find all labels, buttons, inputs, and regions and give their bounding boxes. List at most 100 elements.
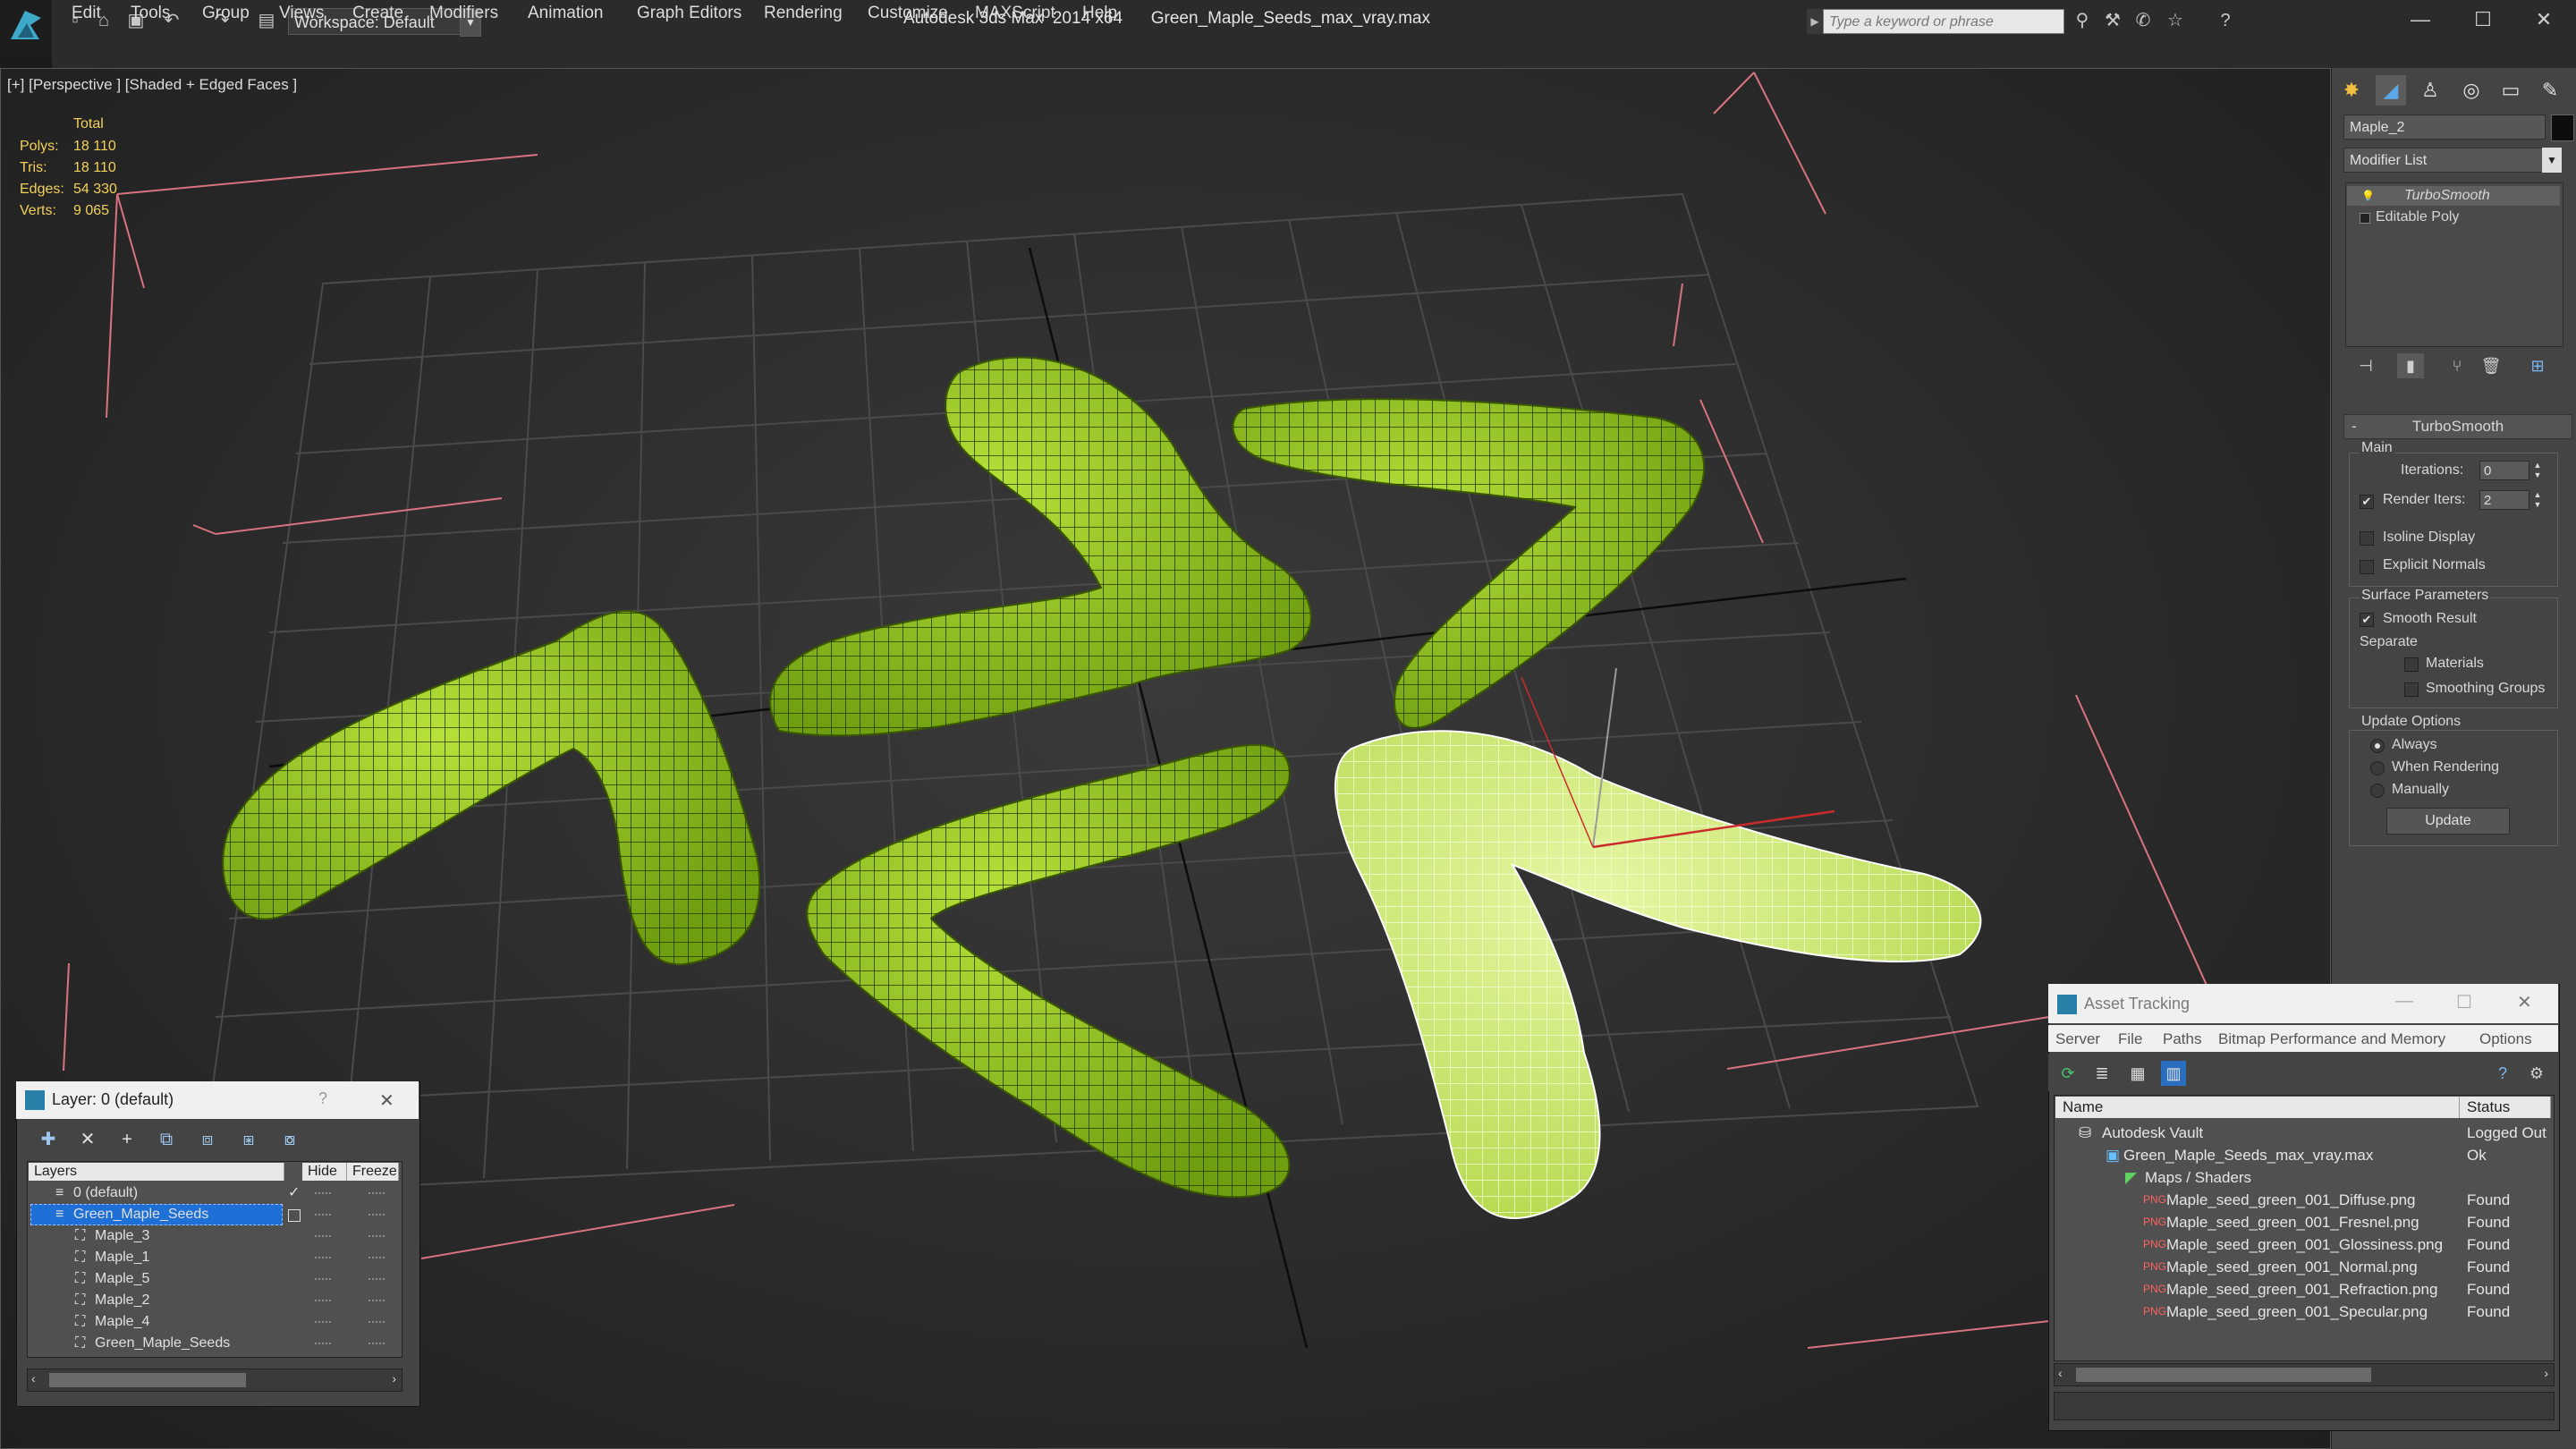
maximize-button[interactable]: ☐	[2456, 4, 2510, 36]
object-name-field[interactable]: Maple_2	[2343, 114, 2546, 140]
list-item[interactable]: ≡ Green_Maple_Seeds	[29, 1204, 399, 1225]
list-item[interactable]: ⛶ Maple_3	[29, 1225, 399, 1247]
help-button[interactable]: ?	[318, 1089, 327, 1108]
table-row[interactable]: PNG Maple_seed_green_001_Diffuse.png Fou…	[2055, 1189, 2551, 1211]
asset-path-field[interactable]	[2054, 1392, 2555, 1420]
object-color-swatch[interactable]	[2551, 114, 2574, 141]
menu-maxscript[interactable]: MAXScript	[975, 4, 1055, 23]
chevron-down-icon[interactable]: ▼	[2542, 148, 2562, 173]
freeze-toggle[interactable]	[369, 1192, 385, 1194]
freeze-toggle[interactable]	[369, 1214, 385, 1216]
maximize-button[interactable]: ☐	[2456, 991, 2472, 1013]
make-unique-icon[interactable]: ⑂	[2444, 353, 2470, 378]
manually-radio[interactable]	[2370, 784, 2385, 798]
column-header-freeze[interactable]: Freeze	[347, 1163, 399, 1181]
scrollbar-thumb[interactable]	[49, 1373, 246, 1387]
horizontal-scrollbar[interactable]: ‹ ›	[2054, 1363, 2555, 1386]
project-folder-icon[interactable]: ▤	[256, 11, 277, 30]
smooth-result-checkbox[interactable]: ✔	[2360, 613, 2374, 627]
refresh-icon[interactable]: ⟳	[2055, 1061, 2080, 1086]
favorites-star-icon[interactable]: ☆	[2165, 11, 2186, 30]
freeze-toggle[interactable]	[369, 1257, 385, 1258]
minimize-button[interactable]: —	[2394, 4, 2447, 36]
chevron-right-icon[interactable]: ›	[392, 1371, 396, 1385]
lightbulb-icon[interactable]: 💡	[2361, 186, 2375, 206]
help-icon[interactable]: ?	[2215, 11, 2236, 30]
subscription-icon[interactable]: ⚒	[2102, 11, 2123, 30]
show-end-result-icon[interactable]: ▮	[2397, 353, 2424, 378]
list-item[interactable]: ⛶ Maple_4	[29, 1311, 399, 1333]
add-to-layer-icon[interactable]: +	[114, 1127, 140, 1152]
display-tab-icon[interactable]: ▭	[2496, 75, 2526, 106]
list-item[interactable]: ⛶ Maple_2	[29, 1290, 399, 1311]
chevron-right-icon[interactable]: ›	[2544, 1366, 2548, 1380]
create-layer-icon[interactable]: ✚	[36, 1127, 61, 1152]
hide-toggle[interactable]	[315, 1235, 331, 1237]
freeze-toggle[interactable]	[369, 1300, 385, 1301]
list-item[interactable]: ⛶ Green_Maple_Seeds	[29, 1333, 399, 1354]
render-iters-checkbox[interactable]: ✔	[2360, 495, 2374, 509]
spinner-arrows-icon[interactable]: ▲ ▼	[2531, 490, 2544, 510]
smoothing-groups-checkbox[interactable]	[2404, 682, 2419, 697]
freeze-toggle[interactable]	[369, 1321, 385, 1323]
menu-edit[interactable]: Edit	[72, 4, 101, 23]
table-row[interactable]: PNG Maple_seed_green_001_Normal.png Foun…	[2055, 1256, 2551, 1278]
hide-toggle[interactable]	[315, 1214, 331, 1216]
table-row[interactable]: PNG Maple_seed_green_001_Refraction.png …	[2055, 1278, 2551, 1301]
isoline-display-checkbox[interactable]	[2360, 531, 2374, 546]
maple-seed-1[interactable]	[222, 610, 761, 966]
freeze-all-icon[interactable]: ⧇	[277, 1127, 302, 1152]
table-row[interactable]: ▣ Green_Maple_Seeds_max_vray.max Ok	[2055, 1144, 2551, 1166]
horizontal-scrollbar[interactable]: ‹ ›	[27, 1368, 402, 1392]
current-layer-check-icon[interactable]: ✓	[288, 1182, 300, 1204]
when-rendering-radio[interactable]	[2370, 761, 2385, 775]
hide-all-icon[interactable]: ⧆	[236, 1127, 261, 1152]
menu-options[interactable]: Options	[2479, 1030, 2532, 1048]
utilities-tab-icon[interactable]: ✎	[2535, 75, 2565, 106]
column-header-status[interactable]: Status	[2460, 1097, 2551, 1118]
menu-help[interactable]: Help	[1082, 4, 1117, 23]
stack-item-editable-poly[interactable]: Editable Poly	[2347, 208, 2560, 227]
remove-modifier-icon[interactable]: 🗑	[2478, 353, 2504, 378]
maple-seed-4[interactable]	[806, 743, 1291, 1199]
modifier-list-dropdown[interactable]: Modifier List	[2343, 148, 2562, 173]
settings-icon[interactable]: ⚙	[2524, 1061, 2549, 1086]
render-iters-spinner[interactable]: 2	[2479, 490, 2529, 510]
menu-bitmap-performance[interactable]: Bitmap Performance and Memory	[2218, 1030, 2445, 1048]
current-layer-box[interactable]	[288, 1209, 301, 1222]
menu-modifiers[interactable]: Modifiers	[429, 4, 498, 23]
menu-group[interactable]: Group	[202, 4, 250, 23]
modify-tab-icon[interactable]: ◢	[2376, 75, 2406, 106]
close-button[interactable]: ✕	[2517, 991, 2532, 1013]
create-tab-icon[interactable]: ✸	[2336, 75, 2367, 106]
stack-item-turbosmooth[interactable]: 💡 TurboSmooth	[2347, 186, 2560, 206]
list-item[interactable]: ⛶ Maple_1	[29, 1247, 399, 1268]
hide-toggle[interactable]	[315, 1343, 331, 1344]
column-header-layers[interactable]: Layers	[29, 1163, 284, 1181]
iterations-spinner[interactable]: 0	[2479, 461, 2529, 480]
binoculars-icon[interactable]: ⚲	[2072, 11, 2093, 30]
maple-seed-2[interactable]	[769, 356, 1312, 737]
viewport-label[interactable]: [+] [Perspective ] [Shaded + Edged Faces…	[7, 76, 297, 94]
list-item[interactable]: ≡ 0 (default) ✓	[29, 1182, 399, 1204]
app-logo-icon[interactable]	[0, 0, 52, 55]
maple-seed-2-selected[interactable]	[1334, 730, 1982, 1219]
list-view-icon[interactable]: ≣	[2089, 1061, 2114, 1086]
pin-stack-icon[interactable]: ⊣	[2352, 353, 2379, 378]
menu-tools[interactable]: Tools	[131, 4, 170, 23]
table-view-icon[interactable]: ▥	[2161, 1061, 2186, 1086]
menu-file[interactable]: File	[2118, 1030, 2142, 1048]
rollout-header-turbosmooth[interactable]: - TurboSmooth	[2343, 414, 2572, 439]
collapse-icon[interactable]: -	[2351, 415, 2357, 438]
update-button[interactable]: Update	[2386, 808, 2510, 835]
menu-create[interactable]: Create	[352, 4, 403, 23]
hide-toggle[interactable]	[315, 1257, 331, 1258]
freeze-toggle[interactable]	[369, 1278, 385, 1280]
hide-toggle[interactable]	[315, 1300, 331, 1301]
hierarchy-tab-icon[interactable]: ♙	[2415, 75, 2445, 106]
explicit-normals-checkbox[interactable]	[2360, 560, 2374, 574]
freeze-toggle[interactable]	[369, 1235, 385, 1237]
menu-views[interactable]: Views	[279, 4, 324, 23]
table-row[interactable]: PNG Maple_seed_green_001_Specular.png Fo…	[2055, 1301, 2551, 1323]
column-header-name[interactable]: Name	[2055, 1097, 2460, 1118]
